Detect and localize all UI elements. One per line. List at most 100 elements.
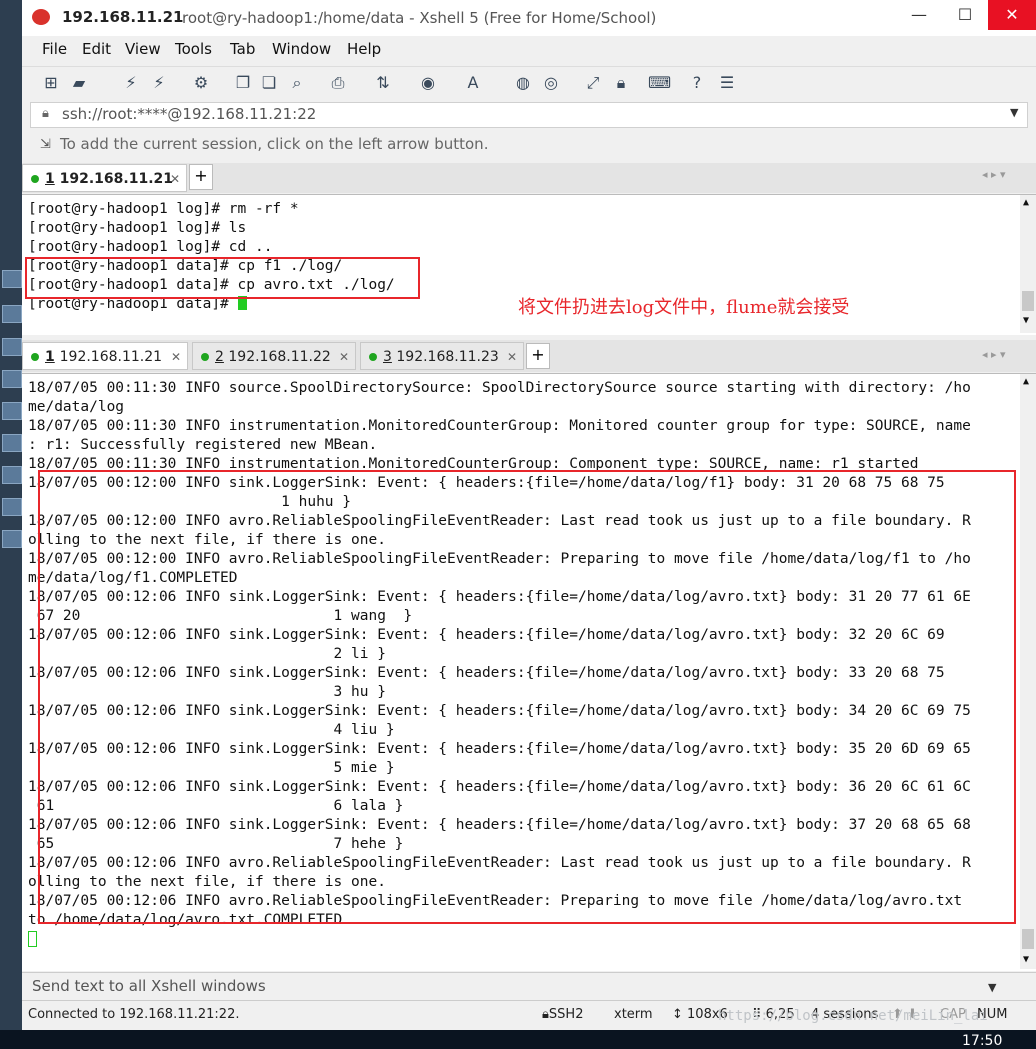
chat-icon[interactable]: ☰ xyxy=(716,72,738,94)
desktop-icon xyxy=(2,338,22,356)
tab-scroll-icon[interactable]: ◂ ▸ ▾ xyxy=(982,168,1006,181)
tab-session-3[interactable]: 3 192.168.11.23 ✕ xyxy=(360,342,524,370)
scroll-down-icon[interactable]: ▼ xyxy=(1023,954,1029,965)
disconnect-icon[interactable]: ⚡ xyxy=(148,72,170,94)
terminal-type: xterm xyxy=(614,1007,653,1022)
tab-close-icon[interactable]: ✕ xyxy=(171,343,181,371)
scrollbar-top[interactable]: ▲ ▼ xyxy=(1020,195,1036,333)
tab-number: 2 xyxy=(215,349,224,365)
tab-number: 1 xyxy=(45,349,55,365)
tab-session-1[interactable]: 1 192.168.11.21 ✕ xyxy=(22,164,187,192)
keyboard-icon[interactable]: ⌨ xyxy=(648,72,671,94)
connection-status: Connected to 192.168.11.21:22. xyxy=(28,1007,240,1022)
close-button[interactable]: ✕ xyxy=(988,0,1036,30)
open-folder-icon[interactable]: ▰ xyxy=(68,72,90,94)
xftp-icon[interactable]: ◍ xyxy=(512,72,534,94)
lock-small-icon: 🔒︎ xyxy=(42,106,49,121)
maximize-button[interactable]: ☐ xyxy=(942,0,988,30)
menu-window[interactable]: Window xyxy=(272,40,331,58)
connected-dot-icon xyxy=(31,175,39,183)
menu-help[interactable]: Help xyxy=(347,40,381,58)
terminal-line: 18/07/05 00:11:30 INFO instrumentation.M… xyxy=(28,418,971,434)
title-bar: 192.168.11.21 root@ry-hadoop1:/home/data… xyxy=(22,0,1036,36)
terminal-line: : r1: Successfully registered new MBean. xyxy=(28,437,378,453)
add-tab-button[interactable]: + xyxy=(189,164,213,190)
tab-label: 192.168.11.22 xyxy=(228,349,331,365)
scroll-thumb[interactable] xyxy=(1022,291,1034,311)
desktop-icon xyxy=(2,530,22,548)
tab-close-icon[interactable]: ✕ xyxy=(339,343,349,371)
taskbar xyxy=(0,1030,1036,1049)
chevron-down-icon[interactable]: ▼ xyxy=(1010,106,1018,119)
tab-close-icon[interactable]: ✕ xyxy=(507,343,517,371)
transfer-icon[interactable]: ⇅ xyxy=(372,72,394,94)
terminal-line: 18/07/05 00:11:30 INFO source.SpoolDirec… xyxy=(28,380,971,396)
paste-icon[interactable]: ❏ xyxy=(258,72,280,94)
session-hint: To add the current session, click on the… xyxy=(60,135,489,153)
menu-tools[interactable]: Tools xyxy=(175,40,212,58)
scroll-down-icon[interactable]: ▼ xyxy=(1023,315,1029,326)
tab-session-2[interactable]: 2 192.168.11.22 ✕ xyxy=(192,342,356,370)
tab-label: 192.168.11.21 xyxy=(59,171,173,187)
print-icon[interactable]: ⎙ xyxy=(327,72,349,94)
terminal-line: [root@ry-hadoop1 log]# cd .. xyxy=(28,239,273,255)
desktop-icon xyxy=(2,434,22,452)
tab-number: 3 xyxy=(383,349,392,365)
terminal-line: me/data/log xyxy=(28,399,125,415)
window-title: root@ry-hadoop1:/home/data - Xshell 5 (F… xyxy=(182,9,657,27)
desktop-icon xyxy=(2,498,22,516)
arrow-icon: ⇲ xyxy=(40,137,51,152)
tab-number: 1 xyxy=(45,171,55,187)
terminal-cursor xyxy=(28,931,37,947)
xmanager-icon[interactable]: ◎ xyxy=(540,72,562,94)
tab-label: 192.168.11.23 xyxy=(396,349,499,365)
menu-tab[interactable]: Tab xyxy=(230,40,255,58)
find-icon[interactable]: ⌕ xyxy=(286,72,308,94)
tab-close-icon[interactable]: ✕ xyxy=(170,165,180,193)
terminal-prompt-line xyxy=(28,931,37,949)
annotation-text: 将文件扔进去log文件中，flume就会接受 xyxy=(518,297,850,318)
menu-view[interactable]: View xyxy=(125,40,161,58)
xshell-window: 192.168.11.21 root@ry-hadoop1:/home/data… xyxy=(22,0,1036,1031)
desktop-icon xyxy=(2,305,22,323)
globe-icon[interactable]: ◉ xyxy=(417,72,439,94)
highlight-box-commands xyxy=(25,257,420,299)
help-icon[interactable]: ? xyxy=(686,72,708,94)
desktop-icon xyxy=(2,402,22,420)
protocol-label: SSH2 xyxy=(548,1007,584,1022)
highlight-box-events xyxy=(38,470,1016,924)
scroll-thumb[interactable] xyxy=(1022,929,1034,949)
address-input[interactable]: ssh://root:****@192.168.11.21:22 xyxy=(62,105,316,123)
minimize-button[interactable]: — xyxy=(896,0,942,30)
tab-session-1[interactable]: 1 192.168.11.21 ✕ xyxy=(22,342,188,370)
desktop-background xyxy=(0,0,22,1049)
connected-dot-icon xyxy=(31,353,39,361)
tab-scroll-icon[interactable]: ◂ ▸ ▾ xyxy=(982,348,1006,361)
menu-edit[interactable]: Edit xyxy=(82,40,111,58)
new-session-icon[interactable]: ⊞ xyxy=(40,72,62,94)
terminal-line: [root@ry-hadoop1 log]# ls xyxy=(28,220,247,236)
scroll-up-icon[interactable]: ▲ xyxy=(1023,197,1029,208)
desktop-icon xyxy=(2,270,22,288)
font-icon[interactable]: A xyxy=(462,72,484,94)
terminal-line: [root@ry-hadoop1 log]# rm -rf * xyxy=(28,201,299,217)
chevron-down-icon[interactable]: ▼ xyxy=(988,981,996,994)
window-title-host: 192.168.11.21 xyxy=(62,8,184,26)
scroll-up-icon[interactable]: ▲ xyxy=(1023,376,1029,387)
properties-icon[interactable]: ⚙ xyxy=(190,72,212,94)
protocol-status: 🔒︎SSH2 xyxy=(542,1007,584,1022)
fullscreen-icon[interactable]: ⤢ xyxy=(582,72,604,94)
taskbar-clock: 17:50 xyxy=(962,1033,1003,1049)
tab-label: 192.168.11.21 xyxy=(59,349,163,365)
connected-dot-icon xyxy=(201,353,209,361)
lock-icon[interactable]: 🔒︎ xyxy=(610,72,632,94)
menu-file[interactable]: File xyxy=(42,40,67,58)
connect-icon[interactable]: ⚡ xyxy=(120,72,142,94)
connected-dot-icon xyxy=(369,353,377,361)
desktop-icon xyxy=(2,370,22,388)
copy-icon[interactable]: ❐ xyxy=(232,72,254,94)
add-tab-button[interactable]: + xyxy=(526,343,550,369)
app-logo-icon xyxy=(32,9,50,25)
send-text-input[interactable]: Send text to all Xshell windows xyxy=(32,977,266,995)
scrollbar-bottom[interactable]: ▲ ▼ xyxy=(1020,374,1036,969)
